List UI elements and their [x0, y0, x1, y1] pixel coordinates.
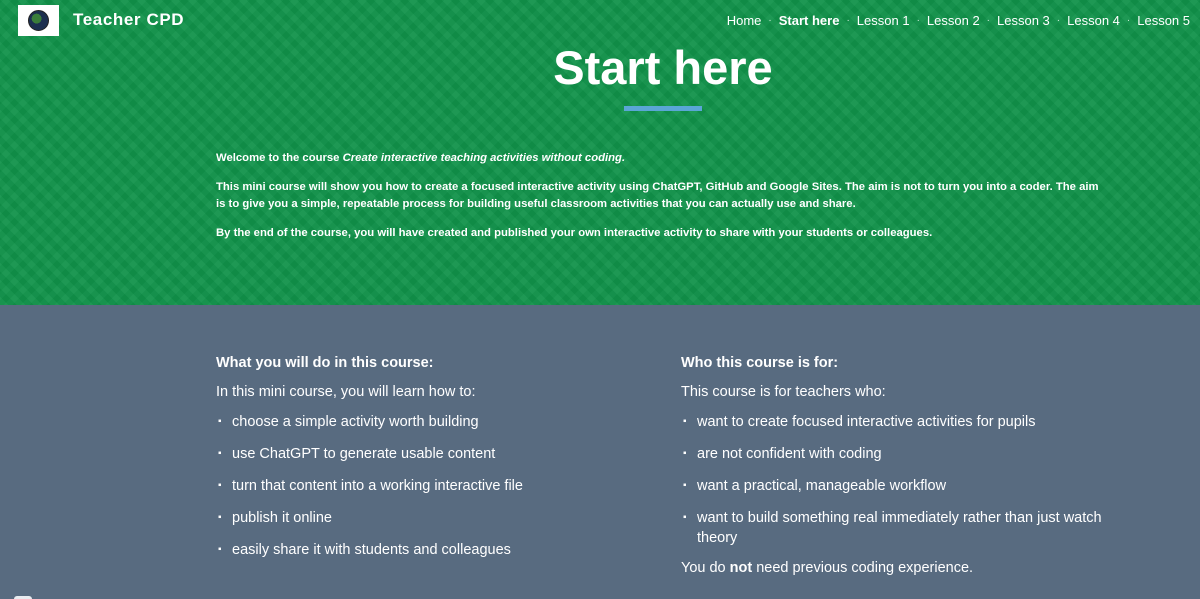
list-item: ▪ use ChatGPT to generate usable content [218, 446, 496, 462]
course-details-section: What you will do in this course: In this… [0, 305, 1200, 599]
list-item: ▪ want to create focused interactive acti… [683, 414, 1036, 430]
nav-separator: · [1126, 15, 1131, 26]
intro-prefix: Welcome to the course [216, 152, 343, 164]
bullet-icon: ▪ [218, 480, 222, 491]
what-you-will-do-list: ▪ choose a simple activity worth building… [216, 412, 656, 560]
list-item: ▪ publish it online [218, 510, 332, 526]
list-item: ▪ want a practical, manageable workflow [683, 478, 947, 494]
what-you-will-do-heading: What you will do in this course: [216, 355, 434, 371]
list-item: ▪ easily share it with students and colle… [218, 542, 511, 558]
nav-item-lesson-1[interactable]: Lesson 1 [857, 13, 910, 28]
list-item: ▪ choose a simple activity worth building [218, 414, 479, 430]
nav-item-lesson-5[interactable]: Lesson 5 [1137, 13, 1190, 28]
list-item: ▪ are not confident with coding [683, 446, 882, 462]
site-title[interactable]: Teacher CPD [73, 10, 184, 30]
nav-item-start-here[interactable]: Start here [779, 13, 840, 28]
nav-separator: · [916, 15, 920, 26]
nav-item-lesson-2[interactable]: Lesson 2 [927, 13, 980, 28]
bullet-icon: ▪ [218, 512, 222, 523]
what-you-will-do-column: What you will do in this course: In this… [216, 355, 656, 572]
nav-item-home[interactable]: Home [727, 13, 762, 28]
nav-separator: · [846, 15, 850, 26]
coding-experience-note: You do not need previous coding experien… [681, 560, 974, 576]
who-this-course-is-for-heading: Who this course is for: [681, 355, 839, 371]
nav-separator: · [1056, 15, 1061, 26]
main-nav: Home · Start here · Lesson 1 · Lesson 2 … [727, 13, 1190, 28]
intro-paragraph-1: Welcome to the course Create interactive… [216, 150, 1106, 167]
who-this-course-is-for-column: Who this course is for: This course is f… [681, 355, 1121, 576]
nav-item-lesson-3[interactable]: Lesson 3 [997, 13, 1050, 28]
intro-paragraph-3: By the end of the course, you will have … [216, 227, 933, 239]
bullet-icon: ▪ [683, 448, 687, 459]
nav-item-lesson-4[interactable]: Lesson 4 [1067, 13, 1120, 28]
intro-text: Welcome to the course Create interactive… [216, 150, 1106, 254]
globe-icon [28, 10, 49, 31]
who-this-course-is-for-list: ▪ want to create focused interactive acti… [681, 412, 1121, 548]
bullet-icon: ▪ [683, 416, 687, 427]
page-title: Start here [553, 41, 773, 94]
title-underline [624, 106, 702, 111]
nav-separator: · [986, 15, 991, 26]
nav-separator: · [768, 15, 772, 26]
emphasis-not: not [729, 560, 753, 576]
bullet-icon: ▪ [683, 512, 687, 523]
intro-paragraph-2: This mini course will show you how to cr… [216, 181, 1099, 210]
bullet-icon: ▪ [218, 448, 222, 459]
what-you-will-do-lead: In this mini course, you will learn how … [216, 384, 476, 400]
site-logo[interactable] [18, 5, 59, 36]
list-item: ▪ want to build something real immediatel… [683, 510, 1102, 546]
course-name: Create interactive teaching activities w… [342, 152, 626, 164]
list-item: ▪ turn that content into a working intera… [218, 478, 523, 494]
bullet-icon: ▪ [683, 480, 687, 491]
who-this-course-is-for-lead: This course is for teachers who: [681, 384, 886, 400]
bullet-icon: ▪ [218, 544, 222, 555]
hero-banner: Teacher CPD Home · Start here · Lesson 1… [0, 0, 1200, 305]
bullet-icon: ▪ [218, 416, 222, 427]
